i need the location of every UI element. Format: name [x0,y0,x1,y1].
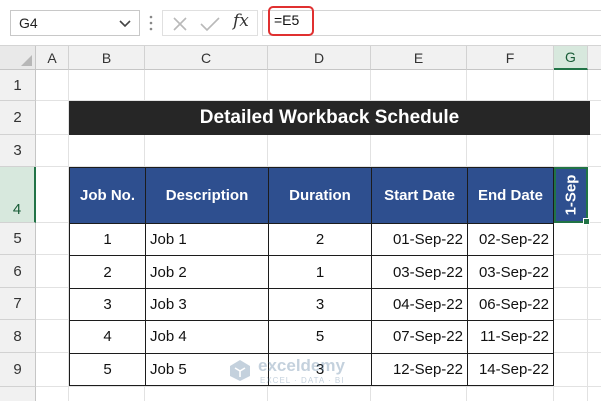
row-header-9[interactable]: 9 [0,353,36,387]
selected-cell-value: 1-Sep [562,174,580,216]
cell-start-date[interactable]: 03-Sep-22 [371,255,468,289]
watermark-subtitle: EXCEL · DATA · BI [260,376,345,385]
row-header-2[interactable]: 2 [0,101,36,135]
column-header-c[interactable]: C [145,46,268,70]
table-row: 3 Job 3 3 04-Sep-22 06-Sep-22 [69,287,554,322]
cell-end-date[interactable]: 14-Sep-22 [467,352,554,386]
cell-end-date[interactable]: 03-Sep-22 [467,255,554,289]
column-header-d[interactable]: D [268,46,371,70]
header-start-date[interactable]: Start Date [371,167,468,224]
column-header-g[interactable]: G [554,46,588,70]
cell-start-date[interactable]: 01-Sep-22 [371,222,468,257]
cell-start-date[interactable]: 04-Sep-22 [371,287,468,322]
table-row: 1 Job 1 2 01-Sep-22 02-Sep-22 [69,222,554,257]
cell-job-no[interactable]: 3 [69,287,146,322]
watermark-logo: exceldemy EXCEL · DATA · BI [228,354,378,388]
row-header-6[interactable]: 6 [0,255,36,288]
cell-job-no[interactable]: 5 [69,352,146,386]
exceldemy-logo-icon [230,360,250,381]
cell-duration[interactable]: 2 [268,222,372,257]
cell-description[interactable]: Job 1 [145,222,269,257]
cell-duration[interactable]: 1 [268,255,372,289]
enter-check-icon[interactable] [199,15,221,33]
cell-description[interactable]: Job 4 [145,320,269,354]
table-row: 4 Job 4 5 07-Sep-22 11-Sep-22 [69,320,554,354]
fill-handle[interactable] [583,218,590,225]
column-header-b[interactable]: B [69,46,145,70]
chevron-down-icon[interactable] [118,16,132,30]
table-header-row: Job No. Description Duration Start Date … [69,167,554,224]
name-box[interactable]: G4 [10,10,140,36]
cell-description[interactable]: Job 3 [145,287,269,322]
row-header-1[interactable]: 1 [0,70,36,101]
cell-start-date[interactable]: 07-Sep-22 [371,320,468,354]
cell-job-no[interactable]: 1 [69,222,146,257]
header-job-no[interactable]: Job No. [69,167,146,224]
header-end-date[interactable]: End Date [467,167,554,224]
select-all-corner[interactable] [0,46,36,70]
selected-cell-g4[interactable]: 1-Sep [554,167,590,225]
column-header-a[interactable]: A [36,46,69,70]
watermark-title: exceldemy [258,356,345,375]
column-header-e[interactable]: E [371,46,467,70]
row-header-8[interactable]: 8 [0,320,36,353]
formula-bar: G4 fx =E5 [0,0,601,46]
cell-end-date[interactable]: 02-Sep-22 [467,222,554,257]
insert-function-icon[interactable]: fx [233,11,249,31]
cell-description[interactable]: Job 2 [145,255,269,289]
row-header-4[interactable]: 4 [0,167,36,223]
formula-buttons: fx [162,10,258,36]
cell-duration[interactable]: 5 [268,320,372,354]
formula-value: =E5 [274,12,300,28]
header-description[interactable]: Description [145,167,269,224]
row-header-overflow [0,387,36,401]
column-header-f[interactable]: F [467,46,554,70]
table-row: 2 Job 2 1 03-Sep-22 03-Sep-22 [69,255,554,289]
name-box-value: G4 [19,15,38,31]
cell-start-date[interactable]: 12-Sep-22 [371,352,468,386]
cell-end-date[interactable]: 06-Sep-22 [467,287,554,322]
cell-end-date[interactable]: 11-Sep-22 [467,320,554,354]
cell-job-no[interactable]: 4 [69,320,146,354]
schedule-title[interactable]: Detailed Workback Schedule [69,101,590,135]
row-header-3[interactable]: 3 [0,135,36,167]
row-header-5[interactable]: 5 [0,223,36,255]
row-header-7[interactable]: 7 [0,288,36,320]
cell-job-no[interactable]: 2 [69,255,146,289]
cell-duration[interactable]: 3 [268,287,372,322]
more-options-icon [149,15,153,31]
header-duration[interactable]: Duration [268,167,372,224]
column-header-overflow [588,46,601,70]
cancel-icon[interactable] [171,15,189,33]
